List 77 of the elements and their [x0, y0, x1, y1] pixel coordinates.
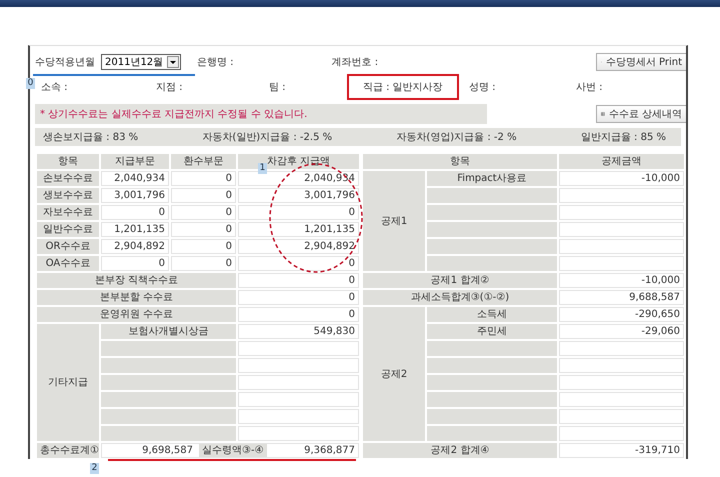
net-value: 9,368,877	[304, 444, 355, 457]
rate-text: 자동차(영업)지급율 : -2 %	[396, 131, 517, 144]
table-cell: 3,001,796	[238, 188, 359, 203]
table-cell: 0	[171, 205, 236, 220]
details-button[interactable]: 수수료 상세내역	[596, 104, 686, 122]
total-value: 9,698,587	[141, 444, 193, 457]
table-cell: 549,830	[238, 324, 359, 339]
info-label: 팀 :	[269, 81, 287, 94]
column-header: 환수부문	[171, 154, 236, 169]
caret-icon	[167, 56, 179, 68]
table-cell: 1,201,135	[238, 222, 359, 237]
info-label: 지점 :	[156, 81, 184, 94]
table-cell: 0	[171, 239, 236, 254]
table-cell: 생보수수료	[37, 188, 99, 203]
table-cell: -10,000	[559, 273, 684, 288]
table-cell: 총수수료계①	[37, 443, 99, 458]
table-cell: 1,201,135	[101, 222, 169, 237]
table-cell: 손보수수료	[37, 171, 99, 186]
table-cell: 0	[101, 205, 169, 220]
table-cell: OR수수료	[37, 239, 99, 254]
table-cell: 0	[171, 222, 236, 237]
table-cell: 0	[238, 256, 359, 271]
table-cell: 공제1	[363, 171, 425, 271]
table-cell: 0	[171, 256, 236, 271]
table-cell: 과세소득합계③(①-②)	[363, 290, 557, 305]
net-label: 실수령액③-④	[199, 444, 267, 457]
table-cell: 공제1 합계②	[363, 273, 557, 288]
table-cell: -10,000	[559, 171, 684, 186]
table-cell: 0	[238, 205, 359, 220]
table-cell: 0	[238, 307, 359, 322]
table-cell: 0	[238, 290, 359, 305]
table-cell: 0	[171, 171, 236, 186]
table-cell: OA수수료	[37, 256, 99, 271]
rate-text: 생손보지급율 : 83 %	[43, 131, 138, 144]
step-marker: 2	[90, 463, 99, 474]
table-cell: 3,001,796	[101, 188, 169, 203]
table-cell: 자보수수료	[37, 205, 99, 220]
rank-label: 직급 : 일반지사장	[347, 74, 459, 100]
table-cell: 본부장 직책수수료	[37, 273, 236, 288]
table-cell: 0	[171, 188, 236, 203]
table-cell: 9,688,587	[559, 290, 684, 305]
month-label: 수당적용년월	[35, 56, 95, 69]
table-cell: 본부분할 수수료	[37, 290, 236, 305]
table-cell: 주민세	[427, 324, 557, 339]
rate-text: 일반지급율 : 85 %	[580, 131, 666, 144]
notice-text: * 상기수수료는 실제수수료 지급전까지 수정될 수 있습니다.	[40, 108, 308, 120]
table-cell: 공제2	[363, 307, 425, 441]
table-cell: 2,040,934	[238, 171, 359, 186]
table-cell: Fimpact사용료	[427, 171, 557, 186]
info-label: 소속 :	[40, 81, 69, 94]
column-header: 항목	[363, 154, 557, 169]
table-cell: 0	[238, 273, 359, 288]
account-label: 계좌번호 :	[332, 56, 378, 69]
table-cell: 소득세	[427, 307, 557, 322]
table-cell: 일반수수료	[37, 222, 99, 237]
table-cell: -319,710	[559, 443, 684, 458]
step-marker: 1	[258, 163, 267, 174]
month-dropdown[interactable]: 2011년12월	[101, 54, 181, 70]
step-marker: 0	[26, 78, 35, 89]
table-cell: -29,060	[559, 324, 684, 339]
table-cell: 0	[101, 256, 169, 271]
table-cell: 공제2 합계④	[363, 443, 557, 458]
table-cell: 기타지급	[37, 324, 99, 441]
table-cell: 2,904,892	[101, 239, 169, 254]
table-cell: 운영위원 수수료	[37, 307, 236, 322]
print-button[interactable]: 수당명세서 Print	[596, 53, 686, 71]
column-header: 항목	[37, 154, 99, 169]
info-label: 성명 :	[469, 81, 497, 94]
table-cell: 2,040,934	[101, 171, 169, 186]
table-cell: -290,650	[559, 307, 684, 322]
column-header: 공제금액	[559, 154, 684, 169]
table-cell: 2,904,892	[238, 239, 359, 254]
rate-text: 자동차(일반)지급율 : -2.5 %	[202, 131, 332, 144]
bank-label: 은행명 :	[197, 56, 234, 69]
table-cell: 보험사개별시상금	[101, 324, 236, 339]
column-header: 지급부문	[101, 154, 169, 169]
info-label: 사번 :	[576, 81, 603, 94]
